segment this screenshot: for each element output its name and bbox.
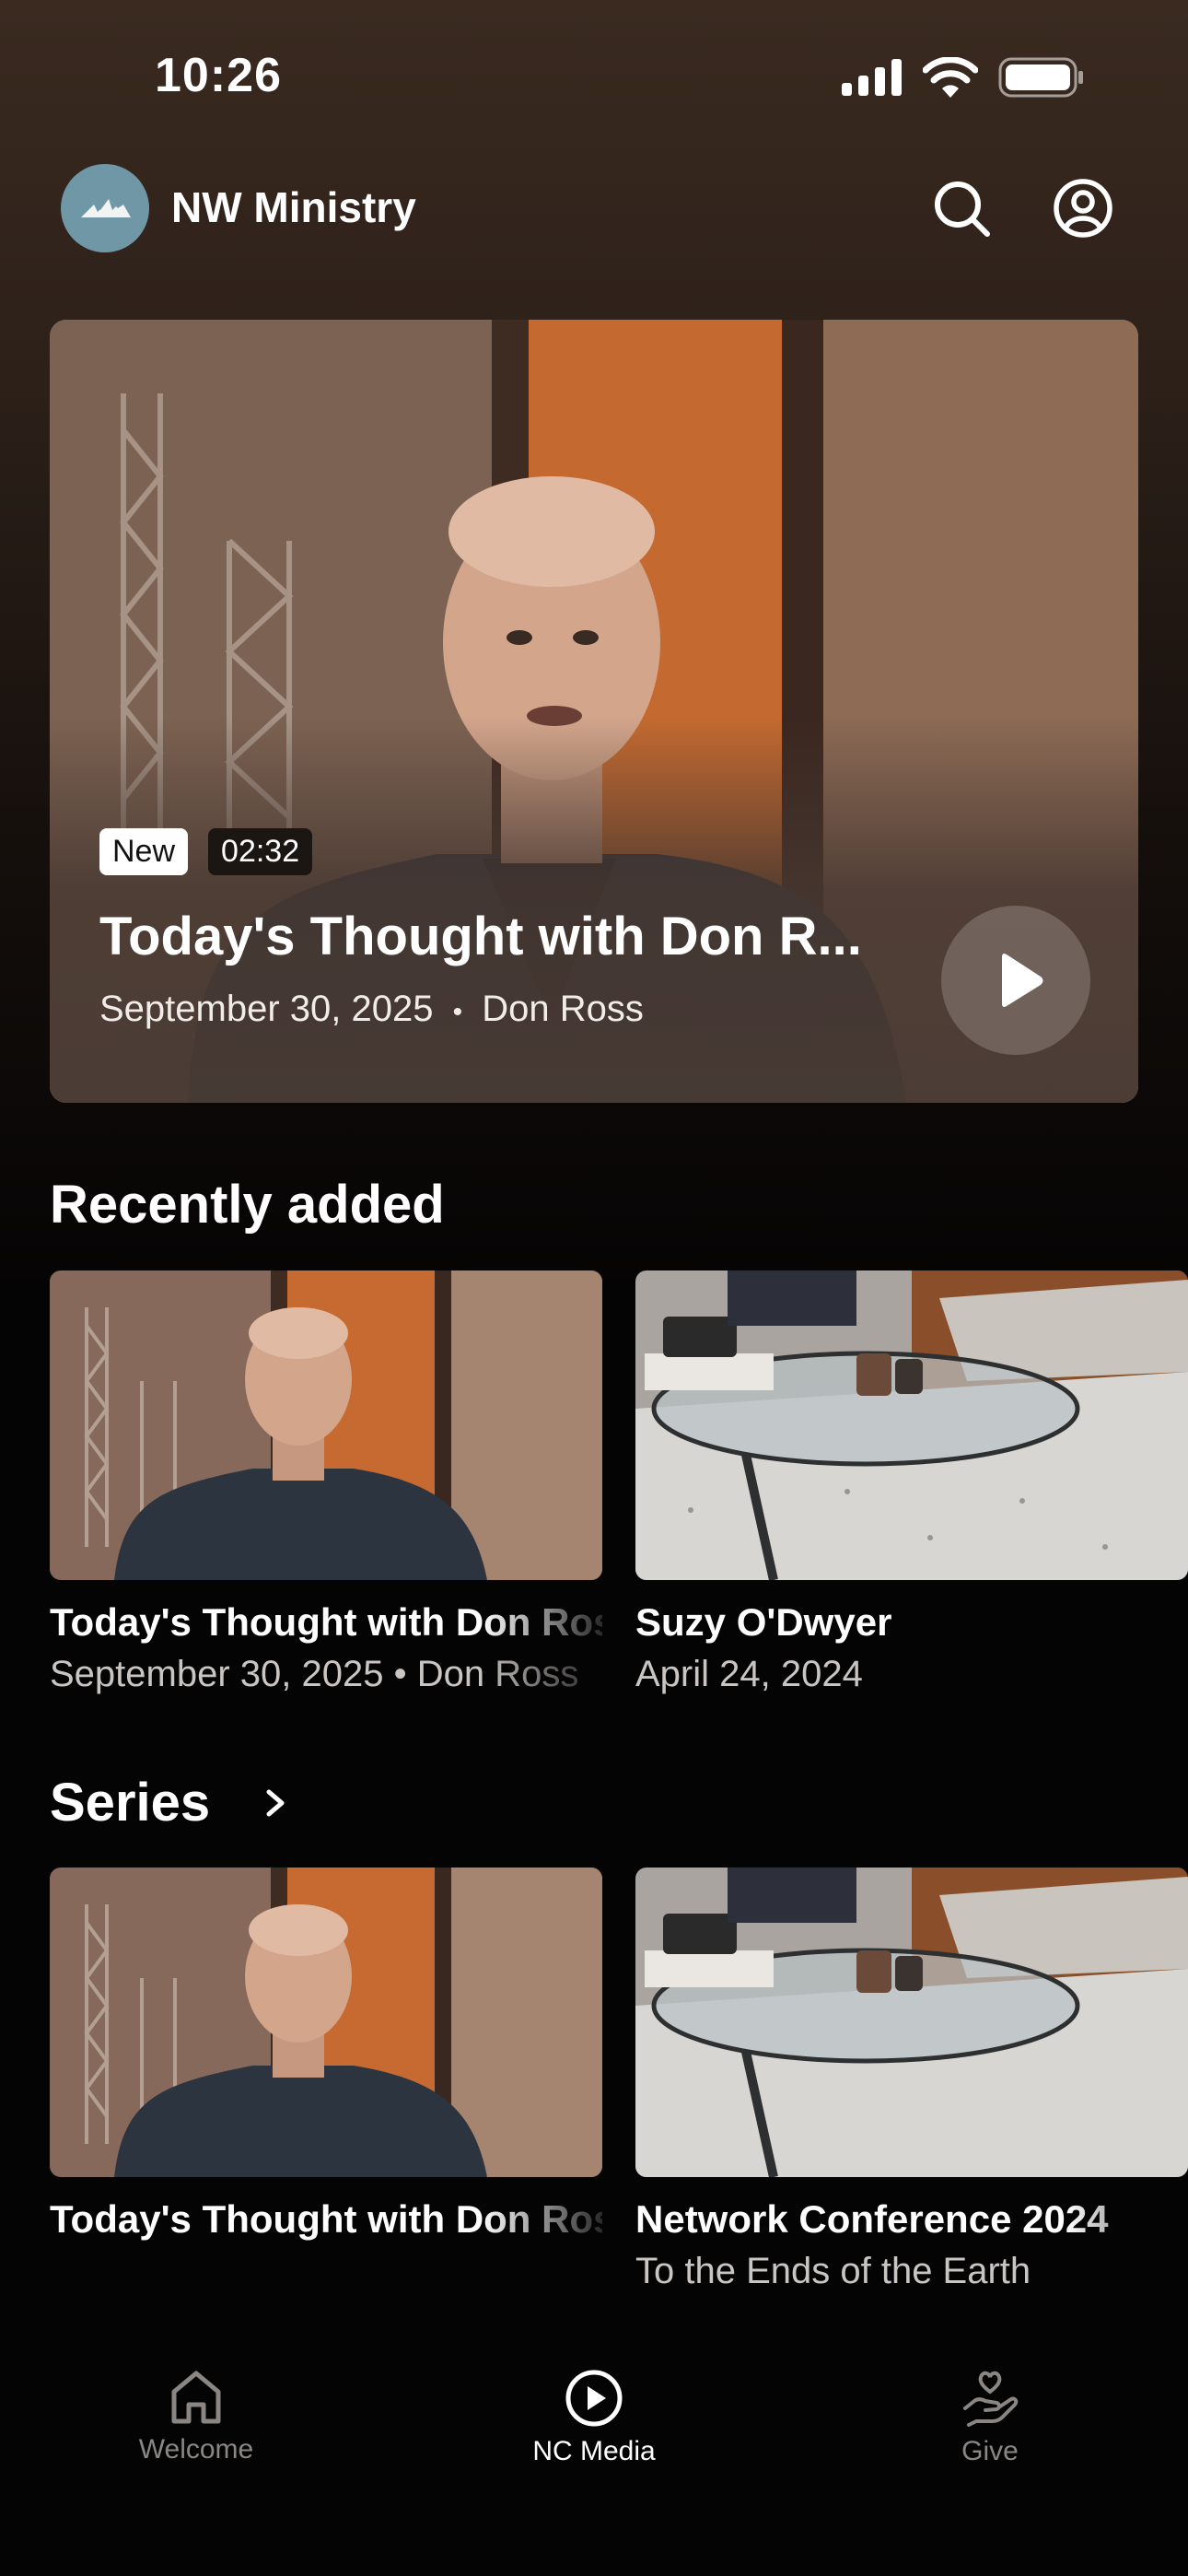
living-room-thumbnail — [635, 1270, 1188, 1580]
recently-added-card[interactable]: Suzy O'Dwyer April 24, 2024 — [635, 1270, 1188, 1695]
bottom-tab-bar: Welcome NC Media Give — [0, 2331, 1188, 2576]
tab-label: Give — [961, 2436, 1019, 2466]
don-ross-thumbnail — [50, 1868, 602, 2177]
tab-nc-media[interactable]: NC Media — [456, 2368, 732, 2467]
tab-label: Welcome — [138, 2434, 254, 2465]
card-subtitle: April 24, 2024 — [635, 1654, 863, 1694]
tab-welcome[interactable]: Welcome — [58, 2368, 334, 2465]
search-icon[interactable] — [930, 177, 993, 240]
app-logo[interactable] — [61, 164, 149, 252]
status-bar: 10:26 — [0, 0, 1188, 147]
series-card[interactable]: Network Conference 2024 To the Ends of t… — [635, 1868, 1188, 2292]
tab-give[interactable]: Give — [852, 2368, 1128, 2467]
cellular-signal-icon — [842, 59, 902, 96]
status-time: 10:26 — [155, 49, 282, 102]
series-heading[interactable]: Series — [50, 1772, 210, 1833]
card-subtitle: To the Ends of the Earth — [635, 2251, 1031, 2291]
card-title: Suzy O'Dwyer — [635, 1600, 892, 1644]
app-title: NW Ministry — [171, 183, 416, 231]
hero-author: Don Ross — [482, 989, 644, 1029]
don-ross-thumbnail — [50, 1270, 602, 1580]
status-icons — [842, 57, 1085, 98]
video-thumbnail — [50, 1270, 602, 1580]
new-badge: New — [99, 828, 189, 875]
video-thumbnail — [635, 1270, 1188, 1580]
app-header: NW Ministry — [0, 157, 1188, 267]
play-button[interactable] — [941, 906, 1090, 1055]
chevron-right-icon[interactable] — [258, 1785, 291, 1821]
series-card[interactable]: Today's Thought with Don Ross — [50, 1868, 602, 2242]
card-title: Today's Thought with Don Ross — [50, 1600, 602, 1644]
mountain-logo-icon — [81, 199, 131, 217]
play-icon — [1002, 954, 1043, 1007]
give-hand-heart-icon — [963, 2371, 1019, 2427]
hero-separator: • — [452, 997, 463, 1027]
account-icon[interactable] — [1052, 177, 1114, 240]
series-thumbnail — [635, 1868, 1188, 2177]
featured-video-card[interactable]: New 02:32 Today's Thought with Don R... … — [50, 320, 1138, 1103]
recently-added-card[interactable]: Today's Thought with Don Ross September … — [50, 1270, 602, 1695]
hero-title: Today's Thought with Don R... — [99, 907, 862, 966]
battery-icon — [998, 57, 1083, 98]
card-subtitle: September 30, 2025 • Don Ross — [50, 1654, 579, 1694]
play-circle-icon — [565, 2370, 623, 2427]
living-room-thumbnail — [635, 1868, 1188, 2177]
recently-added-heading: Recently added — [50, 1175, 445, 1235]
hero-date: September 30, 2025 — [99, 989, 434, 1029]
duration-badge: 02:32 — [208, 828, 313, 875]
hero-meta: September 30, 2025 • Don Ross — [99, 989, 644, 1030]
hero-badges: New 02:32 — [99, 828, 313, 875]
tab-label: NC Media — [532, 2436, 656, 2466]
home-icon — [171, 2371, 221, 2424]
series-thumbnail — [50, 1868, 602, 2177]
card-title: Today's Thought with Don Ross — [50, 2197, 602, 2241]
card-title: Network Conference 2024 — [635, 2197, 1109, 2241]
wifi-icon — [923, 57, 978, 98]
series-heading-label: Series — [50, 1773, 211, 1832]
